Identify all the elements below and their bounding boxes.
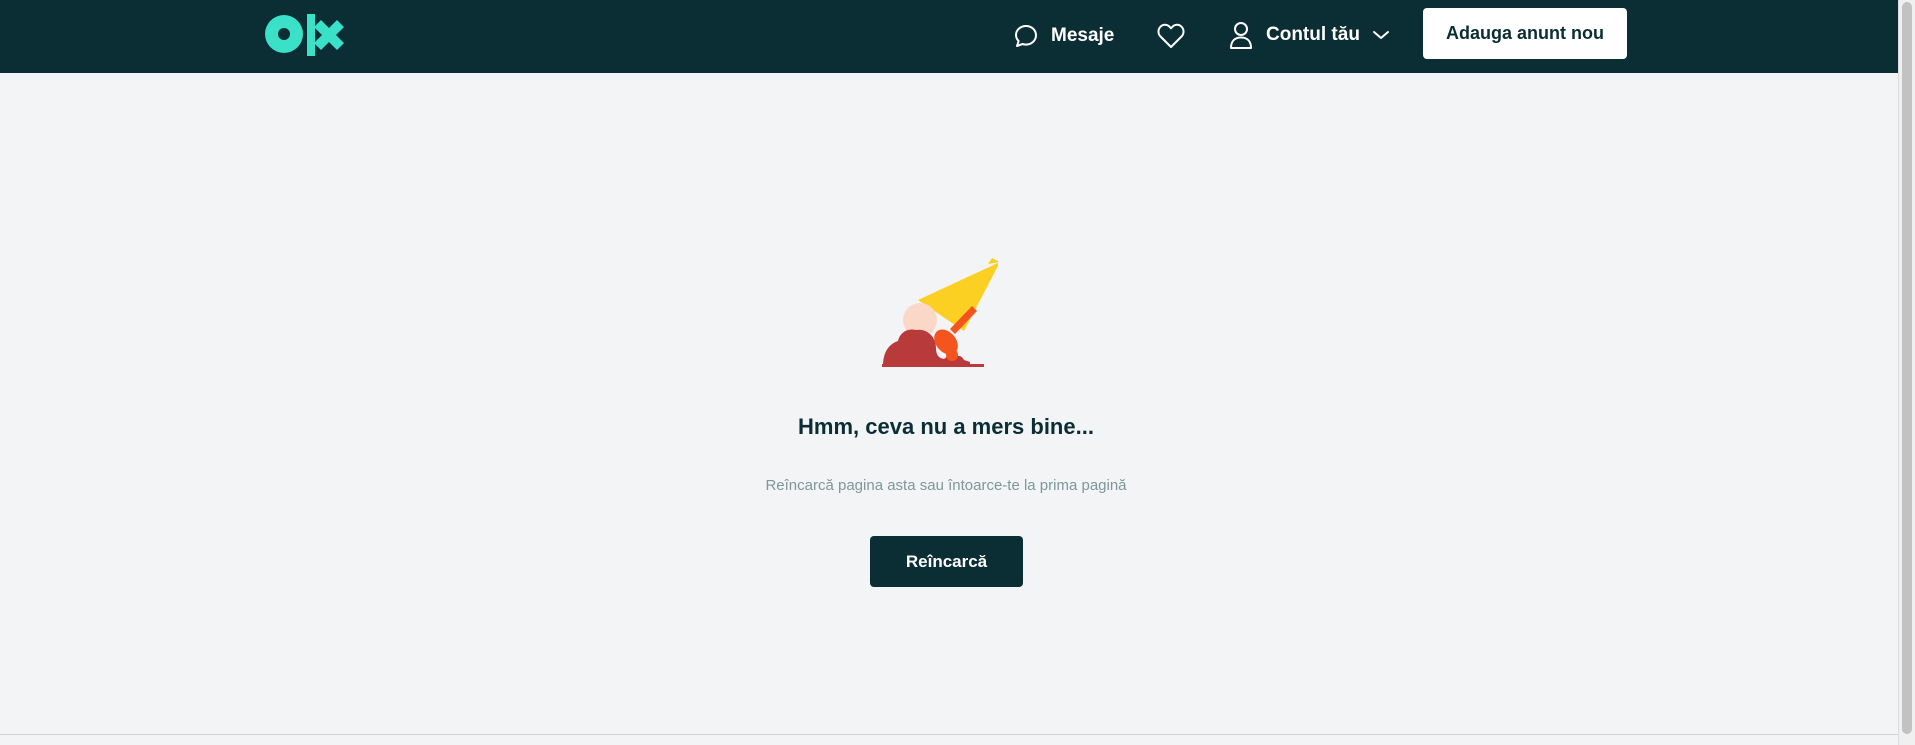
post-ad-button[interactable]: Adauga anunt nou <box>1423 8 1627 59</box>
heart-icon <box>1157 23 1185 48</box>
olx-logo[interactable] <box>265 14 347 58</box>
reload-button[interactable]: Reîncarcă <box>870 536 1023 587</box>
dropped-ice-cream-icon <box>878 258 1000 368</box>
user-icon <box>1230 22 1252 49</box>
messages-link[interactable]: Mesaje <box>1013 20 1114 52</box>
chevron-down-icon <box>1372 31 1389 39</box>
messages-label: Mesaje <box>1051 25 1115 46</box>
chat-bubble-icon <box>1015 25 1037 47</box>
account-menu[interactable]: Contul tău <box>1228 18 1390 52</box>
scrollbar-thumb[interactable] <box>1902 2 1912 734</box>
error-title: Hmm, ceva nu a mers bine... <box>798 414 1094 439</box>
page: Mesaje Contul tău Adauga anunt nou Hmm, … <box>0 0 1915 745</box>
favorites-button[interactable] <box>1156 22 1186 50</box>
divider <box>0 734 1898 735</box>
olx-logo-icon <box>265 14 344 56</box>
top-bar: Mesaje Contul tău Adauga anunt nou <box>0 0 1898 73</box>
dropped-ice-cream-illustration <box>882 258 1000 367</box>
vertical-scrollbar[interactable] <box>1898 0 1915 745</box>
error-subtitle: Reîncarcă pagina asta sau întoarce-te la… <box>765 477 1127 494</box>
account-label: Contul tău <box>1266 24 1360 45</box>
